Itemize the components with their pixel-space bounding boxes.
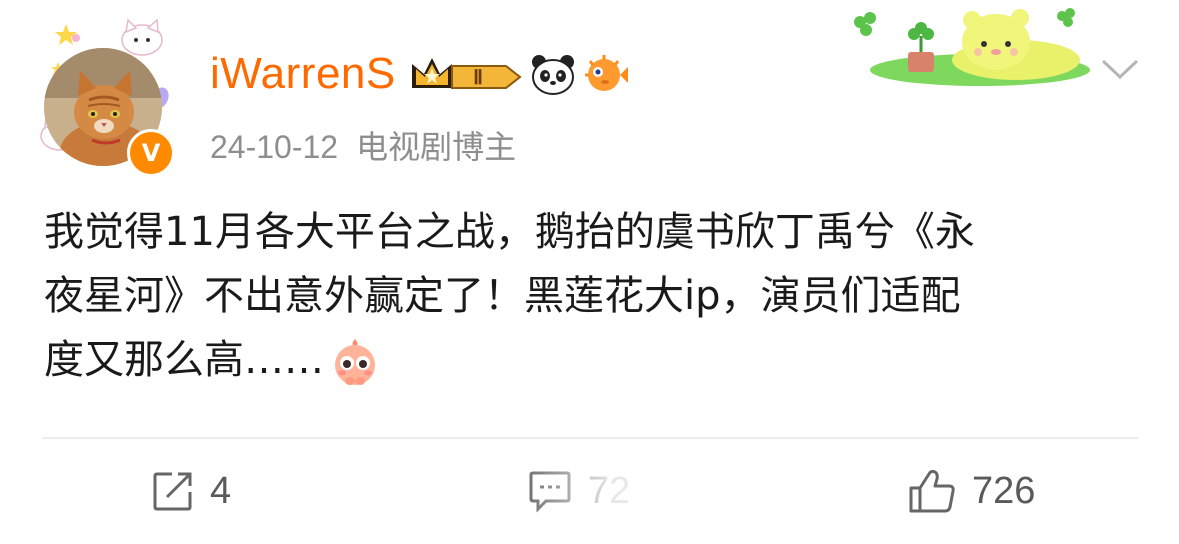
share-icon (153, 472, 192, 511)
post-content-line-last: 度又那么高…… (44, 328, 1144, 392)
post-source: 电视剧博主 (356, 129, 517, 165)
panda-icon (532, 55, 574, 95)
shy-emoji-icon (335, 339, 375, 385)
pufferfish-icon (585, 55, 628, 91)
like-count: 726 (972, 469, 1036, 512)
card-decoration-banner (854, 8, 1090, 86)
post-content-line: 夜星河》不出意外赢定了！黑莲花大ip，演员们适配 (44, 273, 961, 319)
post-content-line: 我觉得11月各大平台之战，鹅抬的虞书欣丁禹兮《永 (44, 209, 975, 255)
level-badge-text: Ⅱ (473, 67, 483, 89)
post-date: 24-10-12 (210, 129, 339, 165)
post-content-text: 度又那么高…… (44, 337, 324, 383)
crown-icon[interactable]: Ⅱ (408, 52, 524, 96)
weibo-post: V iWarrenS Ⅱ 24-10-12 电视剧博主 我觉得11月各大平台之战… (0, 0, 1179, 544)
chevron-down-icon[interactable] (1099, 56, 1141, 82)
user-badges: Ⅱ (408, 50, 628, 98)
divider (42, 437, 1138, 439)
like-button[interactable]: 726 (908, 466, 1035, 516)
post-content: 我觉得11月各大平台之战，鹅抬的虞书欣丁禹兮《永 夜星河》不出意外赢定了！黑莲花… (44, 200, 1144, 392)
username[interactable]: iWarrenS (210, 49, 396, 99)
post-meta: 24-10-12 电视剧博主 (210, 122, 516, 168)
share-count: 4 (210, 469, 232, 512)
share-button[interactable]: 4 (152, 466, 231, 516)
avatar-container[interactable]: V (36, 18, 176, 177)
fade-overlay (520, 466, 720, 526)
verified-badge: V (127, 129, 175, 177)
like-icon (909, 469, 955, 513)
